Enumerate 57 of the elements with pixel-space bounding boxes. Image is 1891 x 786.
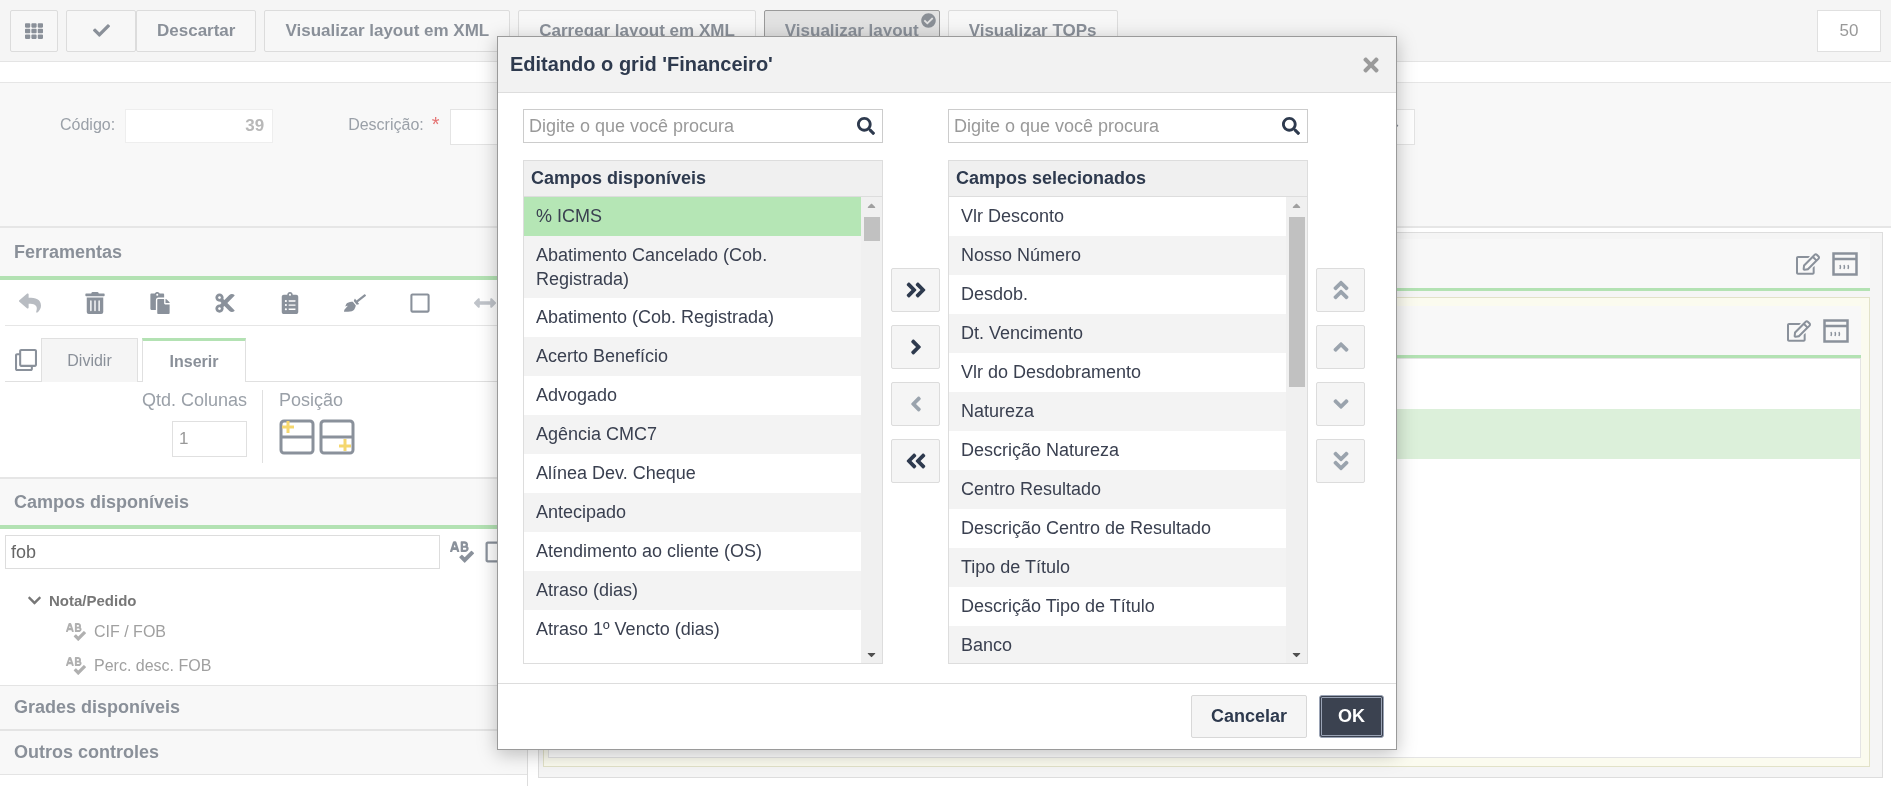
text-field-icon — [66, 622, 86, 642]
search-field[interactable]: fob — [5, 535, 440, 569]
spell-check-icon[interactable] — [450, 540, 474, 564]
field-label: Qtd. Colunas — [141, 390, 247, 411]
field-label: Posição — [279, 390, 345, 411]
list-heading: Campos disponíveis — [524, 161, 882, 197]
edit-icon[interactable] — [1796, 251, 1820, 276]
list-item[interactable]: Centro Resultado — [949, 470, 1286, 509]
search-icon[interactable] — [857, 117, 875, 135]
copy-icon[interactable] — [15, 349, 37, 371]
cut-icon[interactable] — [214, 291, 236, 314]
list-item[interactable]: Agência CMC7 — [524, 415, 861, 454]
scrollbar-thumb[interactable] — [864, 217, 880, 241]
page-counter: 50 — [1817, 9, 1881, 52]
clipboard-icon[interactable] — [279, 291, 301, 314]
list-item[interactable]: Antecipado — [524, 493, 861, 532]
ok-button[interactable]: OK — [1319, 695, 1384, 738]
list-item[interactable]: % ICMS — [524, 197, 861, 236]
grid-icon — [25, 21, 43, 40]
window-icon[interactable] — [1823, 318, 1849, 343]
required-mark: * — [431, 113, 440, 136]
list-heading: Campos selecionados — [949, 161, 1307, 197]
field-label: Código: — [60, 116, 116, 134]
list-item[interactable]: Dt. Vencimento — [949, 314, 1286, 353]
add-all-button[interactable] — [891, 268, 940, 312]
edit-icon[interactable] — [1787, 318, 1811, 343]
broom-icon[interactable] — [344, 291, 366, 314]
list-item[interactable]: Abatimento Cancelado (Cob. Registrada) — [524, 236, 861, 298]
search-icon[interactable] — [1282, 117, 1300, 135]
tree-node[interactable]: Nota/Pedido — [49, 591, 137, 609]
field-label: Descrição: — [348, 116, 424, 134]
remove-all-button[interactable] — [891, 439, 940, 483]
search-field[interactable]: Digite o que você procura — [948, 109, 1308, 143]
window-icon[interactable] — [1832, 251, 1858, 276]
list-item[interactable]: Atraso (dias) — [524, 571, 861, 610]
confirm-button[interactable] — [66, 9, 136, 52]
list-item[interactable]: Tipo de Título — [949, 548, 1286, 587]
trash-icon[interactable] — [84, 291, 106, 314]
list-item[interactable]: Acerto Benefício — [524, 337, 861, 376]
check-badge-icon — [920, 12, 936, 28]
insert-above-icon[interactable] — [279, 419, 315, 455]
list-item[interactable]: Nosso Número — [949, 236, 1286, 275]
undo-icon[interactable] — [19, 291, 41, 314]
text-field-icon — [66, 656, 86, 676]
paste-icon[interactable] — [149, 291, 171, 314]
search-field[interactable]: Digite o que você procura — [523, 109, 883, 143]
scrollbar-thumb[interactable] — [1289, 217, 1305, 387]
list-item[interactable]: Banco — [949, 626, 1286, 663]
dialog-title: Editando o grid 'Financeiro' — [510, 53, 773, 76]
cancel-button[interactable]: Cancelar — [1190, 695, 1307, 738]
scrollbar[interactable] — [1286, 197, 1307, 663]
scrollbar[interactable] — [861, 197, 882, 663]
check-icon — [92, 22, 110, 39]
list-item[interactable]: Natureza — [949, 392, 1286, 431]
add-button[interactable] — [891, 325, 940, 369]
insert-below-icon[interactable] — [319, 419, 355, 455]
grid-button[interactable] — [10, 9, 58, 52]
